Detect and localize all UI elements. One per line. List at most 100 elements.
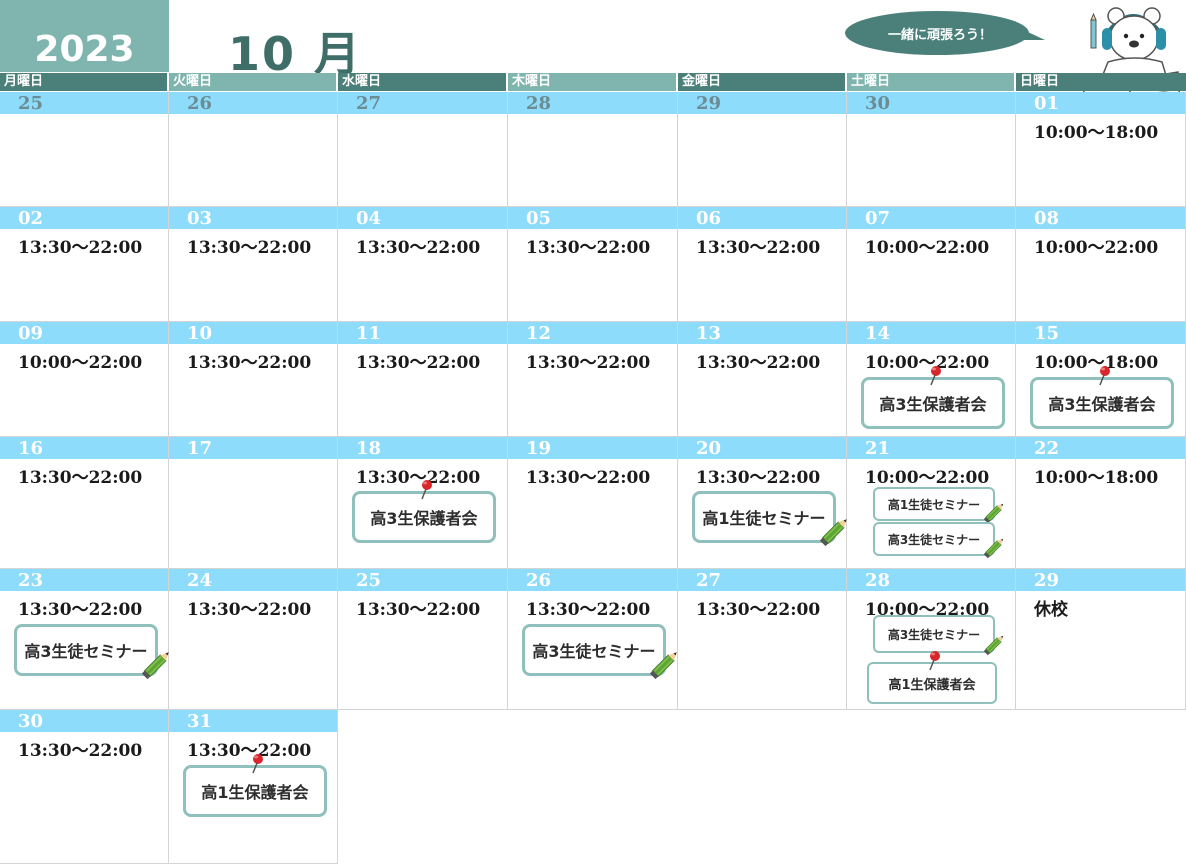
day-cell[interactable]: 29 休校 [1016,569,1186,710]
day-cell[interactable]: 30 13:30～22:00 [0,710,169,864]
date-number: 30 [18,711,44,732]
event-label: 高3生保護者会 [879,395,987,414]
opening-hours: 10:00～22:00 [865,468,990,488]
day-cell[interactable]: 12 13:30～22:00 [508,322,678,437]
date-number: 09 [18,323,44,344]
pushpin-icon [926,650,942,672]
day-cell[interactable]: 09 10:00～22:00 [0,322,169,437]
opening-hours: 13:30～22:00 [526,353,651,373]
date-number: 06 [696,208,722,229]
day-cell[interactable]: 17 [169,437,338,569]
date-number: 12 [526,323,552,344]
day-cell[interactable]: 24 13:30～22:00 [169,569,338,710]
day-cell[interactable]: 27 [338,92,508,207]
day-cell[interactable]: 03 13:30～22:00 [169,207,338,322]
opening-hours: 13:30～22:00 [356,238,481,258]
day-cell[interactable]: 31 13:30～22:00 高1生保護者会 [169,710,338,864]
date-number: 25 [18,93,44,114]
opening-hours: 13:30～22:00 [187,353,312,373]
day-cell[interactable]: 06 13:30～22:00 [678,207,847,322]
day-cell[interactable]: 27 13:30～22:00 [678,569,847,710]
weekday-2: 火曜日 [169,73,336,91]
day-cell[interactable]: 05 13:30～22:00 [508,207,678,322]
date-number: 02 [18,208,44,229]
event-label: 高3生徒セミナー [532,642,656,661]
date-number: 01 [1034,93,1060,114]
day-cell[interactable]: 18 13:30～22:00 高3生保護者会 [338,437,508,569]
opening-hours: 10:00～22:00 [1034,238,1159,258]
seminar-event[interactable]: 高1生徒セミナー [873,487,995,521]
day-cell[interactable]: 01 10:00～18:00 [1016,92,1186,207]
seminar-event[interactable]: 高3生徒セミナー [873,615,995,653]
date-number: 08 [1034,208,1060,229]
date-number: 14 [865,323,891,344]
day-cell[interactable]: 19 13:30～22:00 [508,437,678,569]
day-cell[interactable]: 11 13:30～22:00 [338,322,508,437]
day-cell[interactable]: 22 10:00～18:00 [1016,437,1186,569]
seminar-event[interactable]: 高3生徒セミナー [873,522,995,556]
date-number: 31 [187,711,213,732]
opening-hours: 13:30～22:00 [356,600,481,620]
opening-hours: 10:00～18:00 [1034,468,1159,488]
event-label: 高3生徒セミナー [887,627,981,642]
day-cell[interactable]: 10 13:30～22:00 [169,322,338,437]
date-number: 16 [18,438,44,459]
day-cell[interactable]: 28 10:00～22:00 高3生徒セミナー 高1生保護者会 [847,569,1016,710]
day-cell[interactable]: 21 10:00～22:00 高1生徒セミナー 高3生徒セミナー [847,437,1016,569]
day-cell[interactable]: 25 13:30～22:00 [338,569,508,710]
weekday-1: 月曜日 [0,73,167,91]
date-number: 27 [696,570,722,591]
date-number: 10 [187,323,213,344]
date-number: 21 [865,438,891,459]
day-cell[interactable]: 25 [0,92,169,207]
weekday-7: 日曜日 [1016,73,1186,91]
opening-hours: 13:30～22:00 [696,468,821,488]
opening-hours: 10:00～22:00 [18,353,143,373]
seminar-event[interactable]: 高1生徒セミナー [692,491,836,543]
date-number: 30 [865,93,891,114]
date-number: 27 [356,93,382,114]
pencil-icon [646,647,682,683]
date-number: 23 [18,570,44,591]
weekday-5: 金曜日 [678,73,845,91]
opening-hours: 13:30～22:00 [18,600,143,620]
seminar-event[interactable]: 高3生徒セミナー [522,624,666,676]
day-cell[interactable]: 28 [508,92,678,207]
opening-hours: 13:30～22:00 [187,600,312,620]
day-cell[interactable]: 30 [847,92,1016,207]
pencil-icon [981,632,1007,658]
day-cell[interactable]: 13 13:30～22:00 [678,322,847,437]
opening-hours: 13:30～22:00 [696,238,821,258]
weekday-4: 木曜日 [508,73,676,91]
event-label: 高1生保護者会 [888,677,976,693]
year-label: 2023 [0,0,169,72]
opening-hours: 13:30～22:00 [526,600,651,620]
day-cell[interactable]: 20 13:30～22:00 高1生徒セミナー [678,437,847,569]
day-cell[interactable]: 14 10:00～22:00 高3生保護者会 [847,322,1016,437]
seminar-event[interactable]: 高3生徒セミナー [14,624,158,676]
event-label: 高1生徒セミナー [887,497,981,512]
day-cell[interactable]: 16 13:30～22:00 [0,437,169,569]
weekday-3: 水曜日 [338,73,506,91]
pushpin-icon [418,479,434,501]
day-cell[interactable]: 04 13:30～22:00 [338,207,508,322]
day-cell[interactable]: 23 13:30～22:00 高3生徒セミナー [0,569,169,710]
date-number: 22 [1034,438,1060,459]
weekday-6: 土曜日 [847,73,1014,91]
date-number: 26 [187,93,213,114]
day-cell[interactable]: 02 13:30～22:00 [0,207,169,322]
day-cell[interactable]: 29 [678,92,847,207]
date-number: 07 [865,208,891,229]
day-cell[interactable]: 15 10:00～18:00 高3生保護者会 [1016,322,1186,437]
event-label: 高1生保護者会 [201,783,309,802]
date-number: 28 [526,93,552,114]
event-label: 高3生徒セミナー [887,532,981,547]
day-cell[interactable]: 26 [169,92,338,207]
day-cell[interactable]: 08 10:00～22:00 [1016,207,1186,322]
day-cell[interactable]: 26 13:30～22:00 高3生徒セミナー [508,569,678,710]
day-cell[interactable]: 07 10:00～22:00 [847,207,1016,322]
opening-hours: 13:30～22:00 [696,353,821,373]
opening-hours: 13:30～22:00 [187,238,312,258]
date-number: 11 [356,323,382,344]
date-number: 19 [526,438,552,459]
